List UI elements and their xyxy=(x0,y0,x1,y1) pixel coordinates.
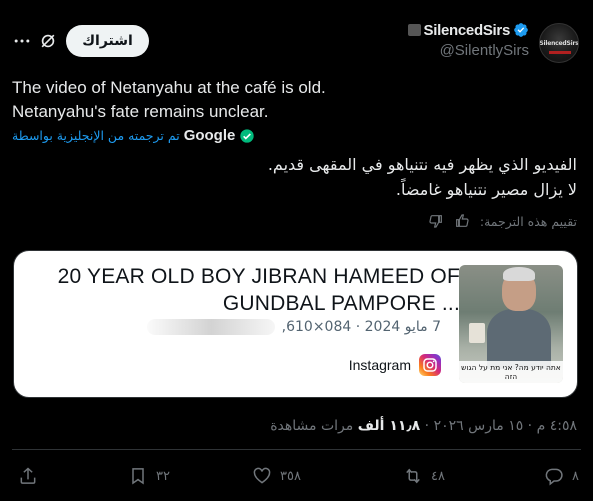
subscribe-button[interactable]: اشتراك xyxy=(66,25,149,57)
share-icon xyxy=(20,467,36,484)
share-button[interactable] xyxy=(18,466,38,486)
translated-text-line-2: لا يزال مصير نتنياهو غامضاً. xyxy=(395,180,577,199)
translated-by-label[interactable]: تم ترجمته من الإنجليزية بواسطة xyxy=(12,128,180,143)
bookmark-button[interactable]: ٣٢ xyxy=(128,466,170,486)
card-source: Instagram xyxy=(349,354,441,376)
tweet-text-line-1: The video of Netanyahu at the café is ol… xyxy=(12,78,326,97)
instagram-icon xyxy=(419,354,441,376)
card-size: 084×610, xyxy=(281,319,352,335)
name-row: SilencedSirs xyxy=(407,20,529,40)
reply-button[interactable]: ٨ xyxy=(544,466,579,486)
views-label: مرات مشاهدة xyxy=(270,418,354,434)
thumbs-down-icon[interactable] xyxy=(428,213,444,229)
action-bar: ٨ ٤٨ ٣٥٨ ٣٢ xyxy=(0,466,593,492)
blurred-text xyxy=(147,319,276,335)
google-check-icon xyxy=(240,128,255,143)
thumb-cup xyxy=(469,323,485,343)
repost-button[interactable]: ٤٨ xyxy=(403,466,445,486)
more-icon[interactable] xyxy=(12,31,32,51)
repost-count: ٤٨ xyxy=(431,468,445,484)
thumb-person-body xyxy=(487,309,551,369)
flag-icon xyxy=(407,24,421,36)
translator-name: Google xyxy=(183,127,236,144)
grok-icon[interactable] xyxy=(38,31,58,51)
reply-icon xyxy=(545,468,563,486)
divider xyxy=(12,449,581,450)
bookmark-icon xyxy=(132,468,144,485)
reply-count: ٨ xyxy=(572,468,579,484)
views-count: ١١٫٨ ألف xyxy=(357,418,421,434)
repost-icon xyxy=(406,468,420,484)
card-meta: 7 مايو 2024 · 084×610, xyxy=(147,319,441,335)
tweet-time[interactable]: ٤:٥٨ م xyxy=(537,418,577,434)
translated-text: الفيديو الذي يظهر فيه نتنياهو في المقهى … xyxy=(17,152,577,202)
translated-text-line-1: الفيديو الذي يظهر فيه نتنياهو في المقهى … xyxy=(267,155,577,174)
handle[interactable]: @SilentlySirs xyxy=(408,42,529,59)
thumb-person-hair xyxy=(503,267,535,281)
link-card[interactable]: אתה יודע מה? אני מת על הגוש הזה 20 YEAR … xyxy=(13,250,578,398)
tweet-meta: ٤:٥٨ م · ١٥ مارس ٢٠٢٦ · ١١٫٨ ألف مرات مش… xyxy=(270,418,577,434)
tweet-date[interactable]: ١٥ مارس ٢٠٢٦ xyxy=(434,418,524,434)
avatar-label: SilencedSirs xyxy=(539,39,579,47)
tweet-text: The video of Netanyahu at the café is ol… xyxy=(12,76,572,124)
card-date: 7 مايو 2024 xyxy=(364,319,441,335)
card-thumbnail: אתה יודע מה? אני מת על הגוש הזה xyxy=(459,265,563,383)
thumb-caption: אתה יודע מה? אני מת על הגוש הזה xyxy=(459,361,563,383)
translated-by[interactable]: تم ترجمته من الإنجليزية بواسطة Google xyxy=(12,127,255,144)
tweet-text-line-2: Netanyahu's fate remains unclear. xyxy=(12,102,269,121)
rate-translation-label: تقييم هذه الترجمة: xyxy=(479,213,577,229)
avatar[interactable]: SilencedSirs xyxy=(539,23,579,63)
bookmark-count: ٣٢ xyxy=(156,468,170,484)
author-names: SilencedSirs @SilentlySirs xyxy=(407,20,529,59)
rate-translation: تقييم هذه الترجمة: xyxy=(428,213,577,229)
thumbs-up-icon[interactable] xyxy=(454,213,470,229)
tweet-header: SilencedSirs SilencedSirs @SilentlySirs … xyxy=(0,18,593,68)
avatar-accent xyxy=(549,51,571,54)
card-source-label: Instagram xyxy=(348,357,411,373)
like-icon xyxy=(253,467,271,484)
like-button[interactable]: ٣٥٨ xyxy=(252,466,301,486)
display-name[interactable]: SilencedSirs xyxy=(424,22,511,39)
like-count: ٣٥٨ xyxy=(280,468,301,484)
card-title: 20 YEAR OLD BOY JIBRAN HAMEED OF GUNDBAL… xyxy=(57,265,460,315)
verified-badge-icon xyxy=(514,23,528,37)
